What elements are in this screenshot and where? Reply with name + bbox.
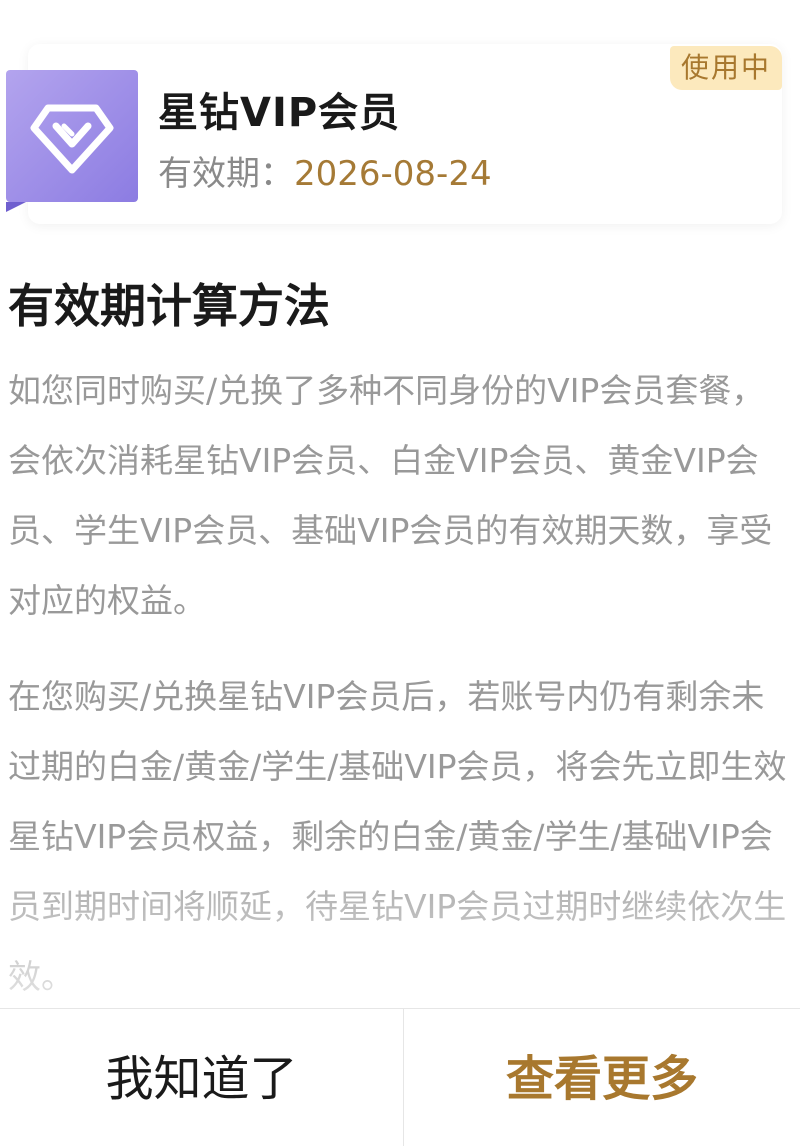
membership-title: 星钻VIP会员 — [158, 90, 401, 136]
icon-tile-fold — [6, 202, 26, 212]
vip-membership-card — [28, 44, 782, 224]
section-title: 有效期计算方法 — [8, 279, 330, 333]
validity-label: 有效期： — [158, 154, 294, 194]
validity-date: 2026-08-24 — [294, 154, 492, 194]
validity-row: 有效期：2026-08-24 — [158, 146, 492, 195]
view-more-button[interactable]: 查看更多 — [404, 1009, 800, 1146]
vip-validity-dialog: 星钻VIP会员 有效期：2026-08-24 使用中 有效期计算方法 如您同时购… — [0, 0, 800, 1146]
got-it-button[interactable]: 我知道了 — [0, 1009, 403, 1146]
vip-icon-tile — [6, 70, 138, 202]
paragraph-consumption-order: 如您同时购买/兑换了多种不同身份的VIP会员套餐，会依次消耗星钻VIP会员、白金… — [8, 371, 773, 620]
dialog-footer: 我知道了 查看更多 — [0, 1008, 800, 1146]
paragraph-postpone-rule: 在您购买/兑换星钻VIP会员后，若账号内仍有剩余未过期的白金/黄金/学生/基础V… — [8, 677, 787, 996]
status-badge: 使用中 — [670, 46, 782, 90]
diamond-v-icon — [30, 104, 114, 174]
